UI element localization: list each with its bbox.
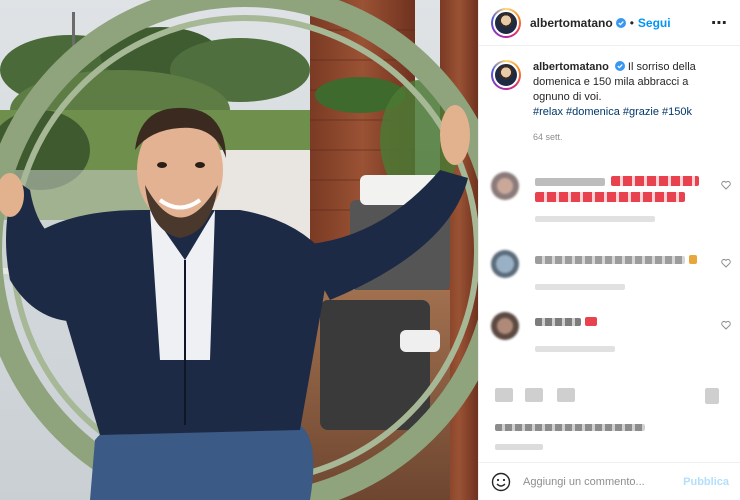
comment-item	[491, 250, 731, 300]
post-photo[interactable]	[0, 0, 478, 500]
comment-emoji-blurred	[689, 255, 697, 264]
more-options-icon[interactable]: ⋯	[711, 13, 728, 33]
like-button-blurred[interactable]	[495, 388, 513, 402]
caption-hashtags[interactable]: #relax #domenica #grazie #150k	[533, 105, 723, 120]
emoji-icon[interactable]	[491, 472, 511, 492]
caption-avatar[interactable]	[491, 60, 521, 90]
comment-avatar[interactable]	[491, 312, 519, 340]
caption-text-block: albertomatano Il sorriso della domenica …	[533, 60, 723, 120]
separator-dot: •	[629, 15, 634, 30]
comment-button-blurred[interactable]	[525, 388, 543, 402]
follow-button[interactable]: Segui	[638, 16, 671, 30]
comment-text-blurred	[535, 256, 685, 264]
save-button-blurred[interactable]	[705, 388, 719, 404]
comment-avatar[interactable]	[491, 250, 519, 278]
comment-input[interactable]	[523, 475, 683, 488]
comment-text-blurred	[535, 318, 581, 326]
verified-badge-icon	[615, 17, 626, 28]
comment-text-blurred	[535, 178, 605, 186]
author-username[interactable]: albertomatano	[530, 16, 613, 30]
like-comment-icon[interactable]	[721, 320, 731, 330]
verified-badge-icon	[614, 61, 625, 71]
publish-button[interactable]: Pubblica	[683, 476, 729, 488]
comment-meta-blurred	[535, 284, 625, 290]
share-button-blurred[interactable]	[557, 388, 575, 402]
comment-item	[491, 172, 731, 232]
comment-meta-blurred	[535, 346, 615, 352]
comment-item	[491, 312, 731, 362]
like-comment-icon[interactable]	[721, 258, 731, 268]
post-age: 64 sett.	[533, 132, 563, 142]
comment-text-blurred	[611, 176, 699, 186]
add-comment-bar: Pubblica	[479, 462, 740, 500]
author-avatar[interactable]	[491, 7, 521, 38]
post-header: albertomatano • Segui ⋯	[479, 0, 740, 46]
post-image	[0, 0, 478, 500]
comment-avatar[interactable]	[491, 172, 519, 200]
likes-count-blurred	[495, 424, 645, 431]
comment-text-blurred	[535, 192, 685, 202]
post-date-blurred	[495, 444, 543, 450]
like-comment-icon[interactable]	[721, 180, 731, 190]
comment-emoji-blurred	[585, 317, 597, 326]
caption-username[interactable]: albertomatano	[533, 61, 609, 73]
comment-meta-blurred	[535, 216, 655, 222]
post-caption: albertomatano Il sorriso della domenica …	[479, 46, 740, 120]
post-side-panel: albertomatano • Segui ⋯ albertomatano Il…	[478, 0, 740, 500]
